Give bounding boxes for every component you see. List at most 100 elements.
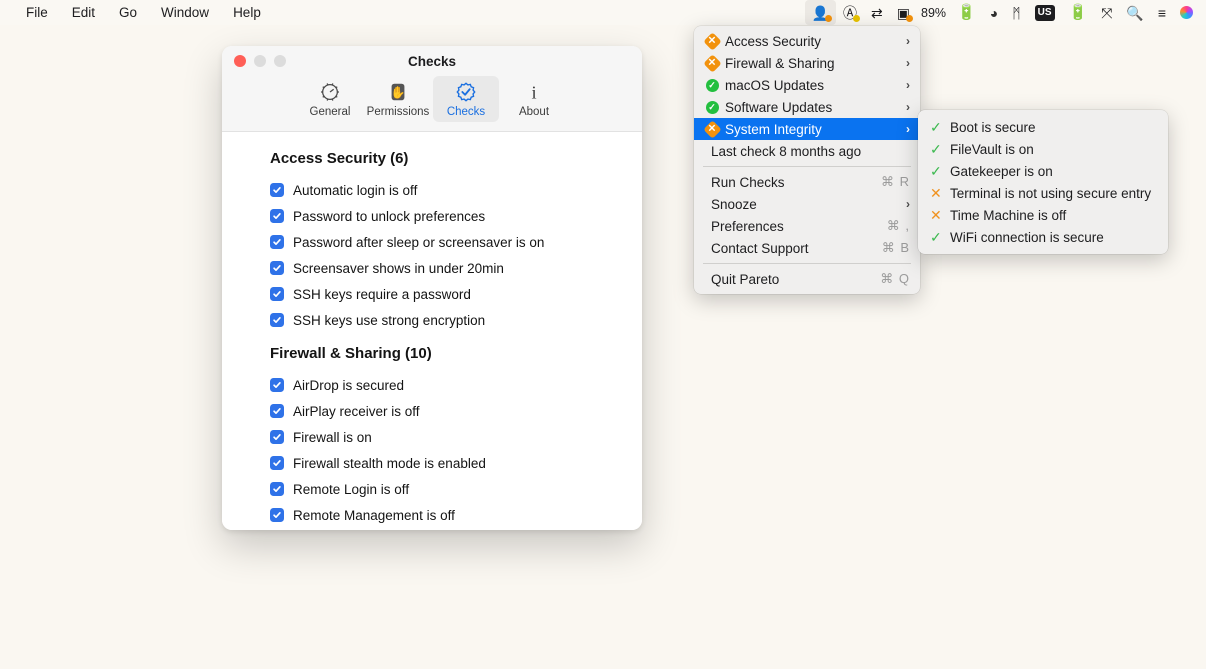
display-icon[interactable]: ▣: [890, 0, 917, 25]
window-title-bar[interactable]: Checks: [222, 46, 642, 76]
checkbox[interactable]: [270, 456, 284, 470]
tab-about[interactable]: i About: [501, 76, 567, 122]
check-row[interactable]: Remote Management is off: [270, 502, 642, 528]
status-warn-icon: ✕: [702, 53, 722, 73]
check-label: AirDrop is secured: [293, 377, 405, 393]
svg-text:i: i: [531, 82, 536, 102]
input-source-us-icon-glyph: US: [1034, 4, 1055, 21]
droplet-icon[interactable]: ◕: [983, 0, 1005, 25]
submenu-item[interactable]: ✕ Terminal is not using secure entry: [918, 182, 1168, 204]
pareto-dropdown-menu[interactable]: ✕ Access Security › ✕ Firewall & Sharing › ✓ ma…: [694, 26, 920, 294]
link-icon[interactable]: ⤧: [1094, 0, 1119, 25]
tab-label-permissions: Permissions: [366, 106, 430, 118]
checkbox[interactable]: [270, 235, 284, 249]
menu-bar-item-edit[interactable]: Edit: [60, 2, 107, 23]
tab-label-general: General: [309, 106, 351, 118]
transfer-arrows-icon[interactable]: ⇄: [864, 0, 890, 25]
checkbox[interactable]: [270, 261, 284, 275]
info-icon: i: [523, 80, 545, 104]
battery-icon[interactable]: 🔋: [950, 0, 983, 25]
search-icon-glyph: 🔍: [1126, 4, 1144, 21]
submenu-item[interactable]: ✕ Time Machine is off: [918, 204, 1168, 226]
battery-widget-icon[interactable]: 🔋: [1062, 0, 1095, 25]
check-label: Password to unlock preferences: [293, 208, 486, 224]
check-row[interactable]: Password after sleep or screensaver is o…: [270, 229, 642, 255]
checkbox[interactable]: [270, 430, 284, 444]
check-row[interactable]: SSH keys use strong encryption: [270, 307, 642, 333]
checkbox[interactable]: [270, 378, 284, 392]
check-row[interactable]: Firewall stealth mode is enabled: [270, 450, 642, 476]
control-center-icon[interactable]: ≡: [1151, 0, 1173, 25]
check-row[interactable]: Firewall is on: [270, 424, 642, 450]
menu-bar-item-file[interactable]: File: [14, 2, 60, 23]
menu-item-macos-updates[interactable]: ✓ macOS Updates ›: [694, 74, 920, 96]
check-label: Remote Management is off: [293, 507, 455, 523]
check-row[interactable]: Screensaver shows in under 20min: [270, 255, 642, 281]
link-icon-glyph: ⤧: [1101, 4, 1113, 21]
chevron-right-icon: ›: [906, 100, 910, 114]
bluetooth-icon[interactable]: ᛗ: [1005, 0, 1027, 25]
check-label: Remote Login is off: [293, 481, 410, 497]
window-title: Checks: [407, 53, 457, 69]
input-source-us-icon[interactable]: US: [1028, 0, 1062, 25]
checkbox[interactable]: [270, 508, 284, 522]
checkbox[interactable]: [270, 287, 284, 301]
menu-bar-item-window[interactable]: Window: [149, 2, 221, 23]
menu-bar-item-go[interactable]: Go: [107, 2, 149, 23]
menu-item-software-updates[interactable]: ✓ Software Updates ›: [694, 96, 920, 118]
tab-permissions[interactable]: ✋ Permissions: [365, 76, 431, 122]
droplet-icon-glyph: ◕: [989, 4, 999, 21]
checkbox[interactable]: [270, 313, 284, 327]
menu-item-run-checks[interactable]: Run Checks ⌘ R: [694, 171, 920, 193]
menu-bar-item-help[interactable]: Help: [221, 2, 273, 23]
status-warn-glyph: ✕: [707, 122, 717, 134]
check-row[interactable]: AirPlay receiver is off: [270, 398, 642, 424]
menu-item-shortcut: ⌘ R: [881, 174, 910, 189]
check-row[interactable]: Remote Login is off: [270, 476, 642, 502]
submenu-item[interactable]: ✓ FileVault is on: [918, 138, 1168, 160]
menu-item-label: Run Checks: [711, 174, 785, 190]
menu-item-preferences[interactable]: Preferences ⌘ ,: [694, 215, 920, 237]
menu-item-quit-pareto[interactable]: Quit Pareto ⌘ Q: [694, 268, 920, 290]
tab-label-about: About: [518, 106, 550, 118]
pareto-menubar-icon[interactable]: 👤: [804, 0, 837, 25]
menu-item-access-security[interactable]: ✕ Access Security ›: [694, 30, 920, 52]
check-label: Firewall stealth mode is enabled: [293, 455, 486, 471]
submenu-item-label: Time Machine is off: [950, 207, 1067, 223]
battery-percent-label: 89%: [921, 5, 947, 20]
menu-item-contact-support[interactable]: Contact Support ⌘ B: [694, 237, 920, 259]
menu-item-label: Firewall & Sharing: [725, 55, 835, 71]
checkbox[interactable]: [270, 209, 284, 223]
menu-separator: [703, 263, 911, 264]
submenu-item-label: WiFi connection is secure: [950, 229, 1104, 245]
menu-item-status-icon: ✕: [702, 119, 722, 139]
search-icon[interactable]: 🔍: [1119, 0, 1150, 25]
check-icon: ✓: [930, 162, 942, 179]
status-ok-glyph: ✓: [708, 79, 716, 90]
siri-icon[interactable]: [1173, 0, 1200, 25]
system-integrity-submenu[interactable]: ✓ Boot is secure ✓ FileVault is on ✓ Gatekeep…: [918, 110, 1168, 254]
submenu-item[interactable]: ✓ Boot is secure: [918, 116, 1168, 138]
menu-item-system-integrity[interactable]: ✕ System Integrity ›: [694, 118, 920, 140]
submenu-item-label: FileVault is on: [950, 141, 1034, 157]
checkbox[interactable]: [270, 482, 284, 496]
check-row[interactable]: AirDrop is secured: [270, 372, 642, 398]
checks-window[interactable]: Checks General ✋ Permissions Checks i About A…: [222, 46, 642, 530]
menu-item-snooze[interactable]: Snooze ›: [694, 193, 920, 215]
app-badge-icon[interactable]: Ⓐ: [836, 0, 864, 25]
siri-icon-glyph: [1180, 6, 1193, 19]
checkbox[interactable]: [270, 404, 284, 418]
check-row[interactable]: SSH keys require a password: [270, 281, 642, 307]
menu-bar: File Edit Go Window Help 👤 Ⓐ ⇄ ▣ 89% 🔋 ◕ ᛗ US 🔋 ⤧ 🔍 ≡: [0, 0, 1206, 25]
menu-item-firewall-sharing[interactable]: ✕ Firewall & Sharing ›: [694, 52, 920, 74]
tab-checks[interactable]: Checks: [433, 76, 499, 122]
checkbox[interactable]: [270, 183, 284, 197]
check-row[interactable]: Password to unlock preferences: [270, 203, 642, 229]
submenu-item[interactable]: ✓ Gatekeeper is on: [918, 160, 1168, 182]
submenu-item[interactable]: ✓ WiFi connection is secure: [918, 226, 1168, 248]
tab-general[interactable]: General: [297, 76, 363, 122]
pareto-menubar-icon-badge: [825, 15, 833, 22]
check-row[interactable]: Automatic login is off: [270, 177, 642, 203]
check-label: Screensaver shows in under 20min: [293, 260, 504, 276]
menu-item-label: System Integrity: [725, 121, 822, 137]
